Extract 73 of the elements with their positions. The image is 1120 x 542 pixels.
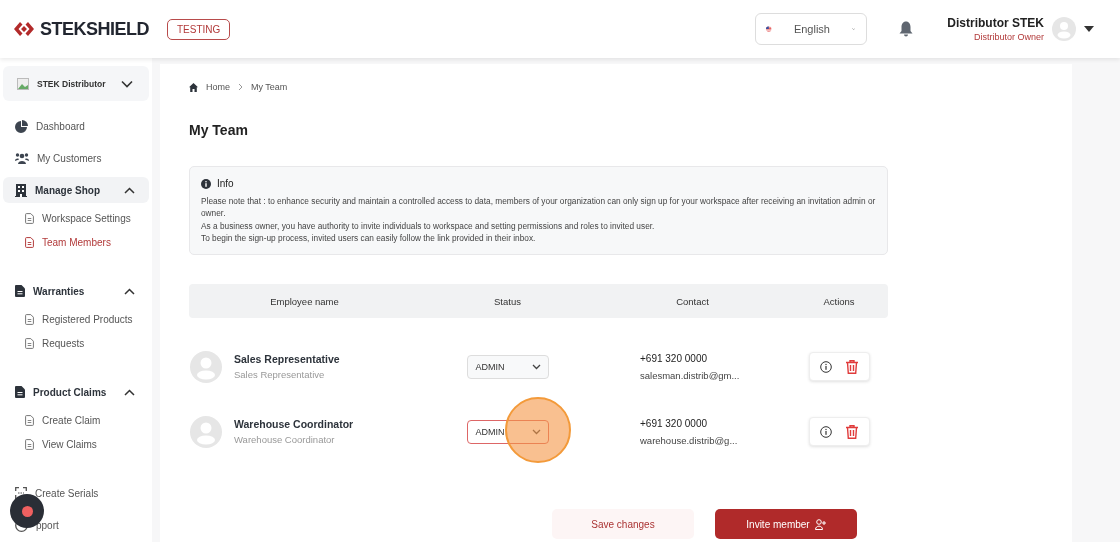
info-icon[interactable] (820, 425, 833, 438)
sidebar-item[interactable]: Manage Shop (3, 177, 149, 203)
file-icon (25, 439, 34, 450)
column-header: Contact (675, 295, 710, 307)
sidebar-item[interactable]: My Customers (3, 145, 149, 171)
sidebar-subitem[interactable]: View Claims (3, 435, 97, 454)
phone-number: +691 320 0000 (640, 352, 708, 364)
workspace-selector[interactable]: STEK Distributor (3, 66, 149, 101)
logo-text: STEKSHIELD (40, 18, 149, 40)
breadcrumb-link[interactable]: My Team (251, 82, 288, 92)
building-icon (15, 183, 27, 197)
breadcrumb-link[interactable]: Home (206, 82, 230, 92)
notification-bell-icon[interactable] (899, 21, 914, 37)
file-icon (25, 338, 34, 349)
sidebar-subitem[interactable]: Create Claim (3, 411, 101, 430)
chevron-down-icon (531, 363, 541, 370)
invite-member-button[interactable]: Invite member (715, 509, 857, 540)
delete-icon[interactable] (845, 359, 858, 374)
info-text: To begin the sign-up process, invited users can easily follow the link provided in their inbox. (201, 231, 537, 245)
document-icon (15, 285, 25, 297)
info-title: Info (217, 178, 234, 189)
employee-role: Warehouse Coordinator (234, 434, 336, 446)
image-icon (17, 77, 29, 90)
employee-name: Warehouse Coordinator (234, 418, 354, 431)
file-icon (25, 213, 34, 224)
status-dropdown[interactable]: ADMIN (466, 354, 549, 379)
sidebar-subitem[interactable]: Registered Products (3, 310, 133, 329)
sidebar-item[interactable]: Create Serials (3, 480, 149, 506)
column-header: Employee name (269, 295, 340, 307)
page-title: My Team (189, 122, 249, 138)
file-icon (25, 314, 34, 325)
status-dropdown[interactable]: ADMIN (466, 419, 549, 444)
sidebar-item[interactable]: Warranties (3, 278, 149, 304)
sidebar-subitem[interactable]: Workspace Settings (3, 209, 131, 228)
info-icon[interactable] (820, 360, 833, 373)
environment-badge: TESTING (167, 18, 231, 40)
column-header: Actions (822, 295, 856, 307)
users-icon (15, 151, 29, 165)
add-user-icon (814, 518, 826, 530)
avatar-icon (190, 415, 222, 448)
email-address: salesman.distrib@gm... (640, 369, 741, 381)
save-changes-button[interactable]: Save changes (552, 509, 694, 540)
file-icon (25, 237, 34, 248)
home-icon (189, 82, 198, 92)
pie-chart-icon (15, 119, 28, 133)
user-name: Distributor STEK (947, 16, 1044, 30)
chevron-up-icon (124, 287, 135, 295)
scan-icon (15, 487, 27, 499)
delete-icon[interactable] (845, 424, 858, 439)
info-text: Please note that : to enhance security and maintain a controlled access to data, members of your organization can only sign up for your workspace after receiving an invitation admin or owner. (201, 195, 877, 220)
avatar-icon (190, 350, 222, 383)
logo-icon (13, 21, 35, 37)
info-icon (201, 178, 211, 189)
language-dropdown[interactable]: English (755, 13, 868, 45)
chevron-up-icon (124, 388, 135, 396)
chevron-down-icon (531, 428, 541, 435)
sidebar-item[interactable]: Product Claims (3, 379, 149, 405)
phone-number: +691 320 0000 (640, 417, 708, 429)
caret-icon[interactable] (1084, 26, 1094, 32)
user-role: Distributor Owner (973, 32, 1044, 42)
employee-role: Sales Representative (234, 369, 326, 381)
info-text: As a business owner, you have authority to invite individuals to workspace and setting permissions and roles to invited user. (201, 219, 656, 232)
sidebar-item[interactable]: Dashboard (3, 113, 149, 139)
column-header: Status (493, 295, 522, 307)
document-icon (15, 386, 25, 398)
chevron-up-icon (124, 186, 135, 194)
chevron-right-icon (238, 83, 243, 91)
email-address: warehouse.distrib@g... (640, 434, 739, 446)
sidebar-subitem[interactable]: Team Members (3, 233, 111, 252)
sidebar-subitem[interactable]: Requests (3, 334, 85, 353)
chevron-down-icon (121, 79, 133, 88)
file-icon (25, 415, 34, 426)
employee-name: Sales Representative (234, 353, 340, 366)
